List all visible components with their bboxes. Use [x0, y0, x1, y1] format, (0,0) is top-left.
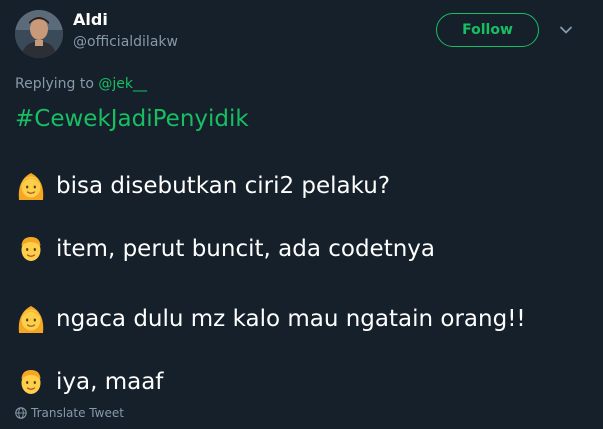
tweet-line-text: bisa disebutkan ciri2 pelaku? — [56, 173, 391, 199]
replying-to-label: Replying to — [15, 76, 99, 92]
translate-tweet-label: Translate Tweet — [31, 406, 124, 420]
tweet-line-text: item, perut buncit, ada codetnya — [56, 236, 435, 262]
tweet-line: ngaca dulu mz kalo mau ngatain orang!! — [15, 301, 526, 337]
woman-emoji-icon — [18, 173, 44, 200]
tweet-line-text: ngaca dulu mz kalo mau ngatain orang!! — [56, 306, 526, 332]
hashtag-link[interactable]: #CewekJadiPenyidik — [15, 103, 249, 135]
user-handle[interactable]: @officialdilakw — [73, 33, 178, 51]
profile-photo-icon — [15, 10, 63, 58]
globe-icon — [15, 407, 27, 419]
woman-emoji-icon — [18, 306, 44, 333]
chevron-down-icon[interactable] — [556, 20, 576, 40]
avatar[interactable] — [15, 10, 63, 58]
reply-mention-link[interactable]: @jek__ — [98, 76, 147, 92]
tweet-line-text: iya, maaf — [56, 369, 164, 395]
follow-button[interactable]: Follow — [436, 13, 539, 47]
translate-tweet-link[interactable]: Translate Tweet — [15, 405, 124, 421]
tweet-line: bisa disebutkan ciri2 pelaku? — [15, 168, 390, 204]
man-emoji-icon — [21, 370, 41, 394]
display-name[interactable]: Aldi — [73, 10, 108, 30]
replying-to: Replying to @jek__ — [15, 75, 147, 93]
tweet-line: iya, maaf — [15, 364, 163, 400]
tweet-line: item, perut buncit, ada codetnya — [15, 231, 435, 267]
man-emoji-icon — [21, 237, 41, 261]
